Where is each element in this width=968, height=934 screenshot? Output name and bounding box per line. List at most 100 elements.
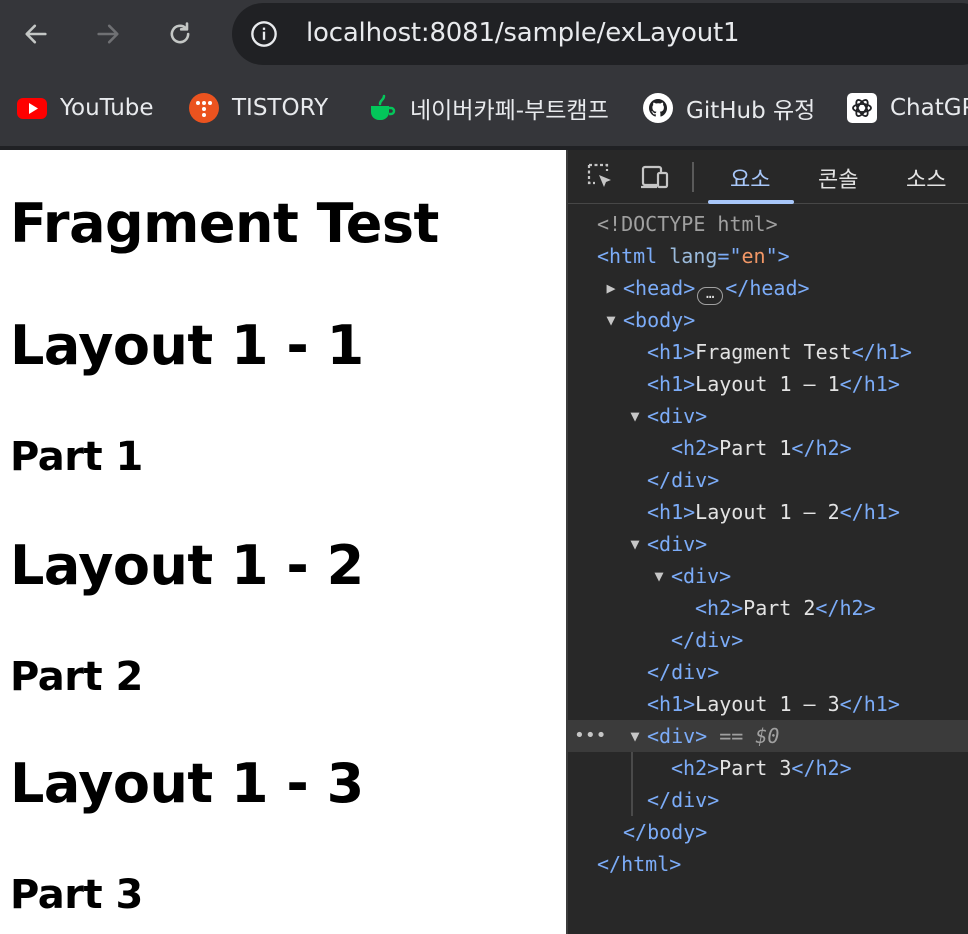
- bookmark-youtube[interactable]: YouTube: [16, 90, 154, 126]
- dom-node-html[interactable]: <html lang="en">: [568, 240, 968, 272]
- collapsed-ellipsis-button[interactable]: …: [697, 287, 724, 305]
- tag-close: </h2>: [791, 436, 852, 460]
- dom-node-h1[interactable]: <h1>Layout 1 – 1</h1>: [568, 368, 968, 400]
- html-lang-value: en: [741, 244, 766, 268]
- devtools-tabbar: 요소 콘솔 소스: [568, 150, 968, 204]
- dom-node-div-close[interactable]: </div>: [568, 464, 968, 496]
- back-button[interactable]: [16, 14, 56, 54]
- h1-line: <h1>Fragment Test</h1>: [647, 336, 912, 368]
- tag-close: </h1>: [851, 340, 912, 364]
- body-open-tag: <body>: [623, 308, 696, 332]
- url-text[interactable]: localhost:8081/sample/exLayout1: [306, 18, 740, 48]
- reload-icon: [170, 22, 190, 44]
- github-icon: [642, 92, 674, 124]
- node-text: Part 2: [743, 596, 816, 620]
- dom-node-div-close[interactable]: </div>: [568, 624, 968, 656]
- node-text: Layout 1 – 3: [695, 692, 840, 716]
- collapse-triangle-icon[interactable]: ▼: [604, 304, 618, 336]
- tag-close: </h2>: [791, 756, 852, 780]
- node-text: Part 3: [719, 756, 792, 780]
- page-heading-layout-3: Layout 1 - 3: [10, 752, 364, 815]
- dom-node-div[interactable]: ▼ <div>: [568, 400, 968, 432]
- dom-node-head[interactable]: ▶ <head>… </head>: [568, 272, 968, 305]
- expand-triangle-icon[interactable]: ▶: [604, 272, 618, 304]
- tag-open: <h1>: [647, 500, 696, 524]
- dom-node-h2[interactable]: <h2>Part 3</h2>: [568, 752, 968, 784]
- body-close-tag: </body>: [623, 820, 708, 844]
- forward-button[interactable]: [88, 14, 128, 54]
- selected-div-line: <div> == $0: [647, 720, 779, 752]
- toolbar-separator: [692, 162, 694, 192]
- bookmark-tistory[interactable]: TISTORY: [188, 90, 328, 126]
- tag-close: </h1>: [839, 500, 900, 524]
- dom-node-h1[interactable]: <h1>Layout 1 – 3</h1>: [568, 688, 968, 720]
- collapse-triangle-icon[interactable]: ▼: [628, 528, 642, 560]
- active-tab-indicator: [708, 200, 794, 204]
- tag-open: <h2>: [671, 756, 720, 780]
- dom-node-h2[interactable]: <h2>Part 2</h2>: [568, 592, 968, 624]
- dom-node-h1[interactable]: <h1>Fragment Test</h1>: [568, 336, 968, 368]
- tab-elements[interactable]: 요소: [730, 162, 770, 194]
- tag-close: </h2>: [815, 596, 876, 620]
- html-open-tag: <html: [597, 244, 670, 268]
- dom-node-body-close[interactable]: </body>: [568, 816, 968, 848]
- tag-open: <h1>: [647, 692, 696, 716]
- device-toolbar-button[interactable]: [638, 160, 672, 194]
- dom-node-div-selected[interactable]: ••• ▼ <div> == $0: [568, 720, 968, 752]
- address-bar[interactable]: localhost:8081/sample/exLayout1: [232, 3, 968, 65]
- bookmark-label: 네이버카페-부트캠프: [410, 98, 609, 124]
- bookmarks-bar: YouTube TISTORY 네이버카페-부트캠프 GitHub 유정 Cha…: [0, 70, 968, 148]
- div-open-tag: <div>: [671, 564, 732, 588]
- dom-node-div[interactable]: ▼ <div>: [568, 560, 968, 592]
- tag-open: <h2>: [695, 596, 744, 620]
- more-options-icon[interactable]: •••: [574, 720, 607, 752]
- bookmark-naver-cafe[interactable]: 네이버카페-부트캠프: [366, 90, 609, 126]
- bookmark-chatgpt[interactable]: ChatGP: [846, 90, 968, 126]
- dom-node-h1[interactable]: <h1>Layout 1 – 2</h1>: [568, 496, 968, 528]
- dom-node-div-close[interactable]: </div>: [568, 784, 968, 816]
- inspect-element-button[interactable]: [584, 160, 618, 194]
- naver-cafe-icon: [366, 92, 398, 124]
- collapse-triangle-icon[interactable]: ▼: [628, 400, 642, 432]
- dom-node-h2[interactable]: <h2>Part 1</h2>: [568, 432, 968, 464]
- node-text: Fragment Test: [695, 340, 852, 364]
- node-text: Layout 1 – 1: [695, 372, 840, 396]
- bookmark-label: YouTube: [60, 95, 154, 121]
- div-close-tag: </div>: [647, 468, 720, 492]
- device-mode-icon: [641, 165, 669, 189]
- page-heading-layout-1: Layout 1 - 1: [10, 314, 364, 377]
- page-viewport: Fragment Test Layout 1 - 1 Part 1 Layout…: [0, 150, 566, 934]
- bookmark-github[interactable]: GitHub 유정: [642, 90, 815, 126]
- devtools-panel: 요소 콘솔 소스 <!DOCTYPE html> <html lang="en"…: [566, 150, 968, 934]
- page-heading-layout-2: Layout 1 - 2: [10, 534, 364, 597]
- html-open-tag-line: <html lang="en">: [597, 240, 790, 272]
- tab-sources[interactable]: 소스: [906, 162, 946, 194]
- bookmark-label: TISTORY: [232, 95, 329, 121]
- tab-console[interactable]: 콘솔: [818, 162, 858, 194]
- h2-line: <h2>Part 1</h2>: [671, 432, 852, 464]
- tag-open: <h1>: [647, 340, 696, 364]
- doctype-text: <!DOCTYPE html>: [597, 212, 778, 236]
- chatgpt-icon: [846, 92, 878, 124]
- site-info-button[interactable]: [248, 18, 280, 50]
- page-subheading-part-2: Part 2: [10, 654, 143, 700]
- tag-open: <h1>: [647, 372, 696, 396]
- html-lang-attr: lang: [669, 244, 718, 268]
- dom-node-html-close[interactable]: </html>: [568, 848, 968, 880]
- browser-toolbar: localhost:8081/sample/exLayout1: [0, 0, 968, 70]
- arrow-right-icon: [97, 24, 119, 44]
- info-icon: [251, 21, 277, 47]
- collapse-triangle-icon[interactable]: ▼: [652, 560, 666, 592]
- dom-node-body[interactable]: ▼ <body>: [568, 304, 968, 336]
- page-heading-fragment-test: Fragment Test: [10, 192, 439, 255]
- arrow-left-icon: [25, 24, 47, 44]
- reload-button[interactable]: [160, 14, 200, 54]
- dom-node-div[interactable]: ▼ <div>: [568, 528, 968, 560]
- dom-node-doctype[interactable]: <!DOCTYPE html>: [568, 208, 968, 240]
- h2-line: <h2>Part 2</h2>: [695, 592, 876, 624]
- div-open-tag: <div>: [647, 532, 708, 556]
- collapse-triangle-icon[interactable]: ▼: [628, 720, 642, 752]
- dom-node-div-close[interactable]: </div>: [568, 656, 968, 688]
- head-open-tag: <head>: [623, 276, 696, 300]
- html-attr-close: ">: [765, 244, 790, 268]
